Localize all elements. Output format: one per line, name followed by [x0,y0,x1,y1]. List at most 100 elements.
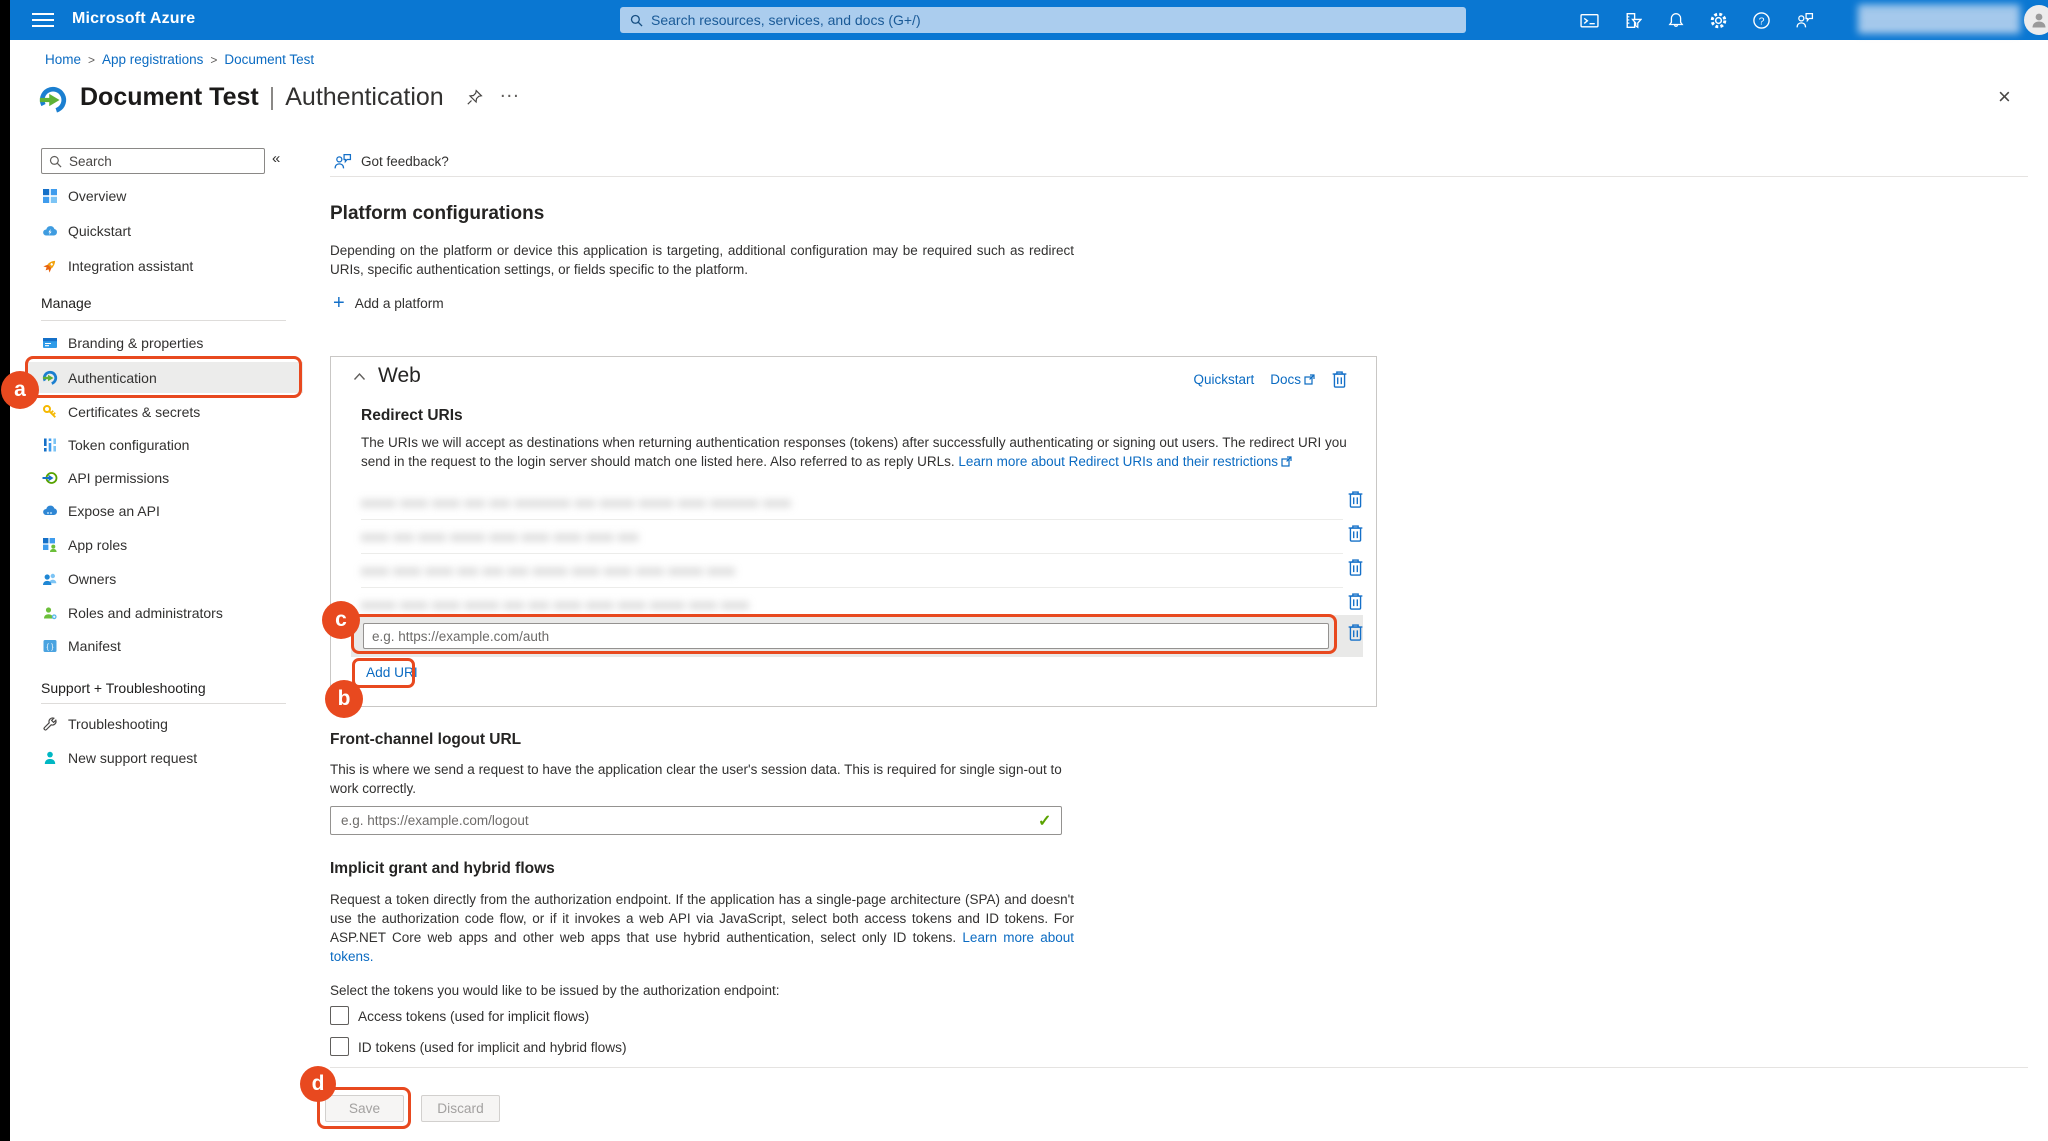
breadcrumb: Home>App registrations>Document Test [45,52,314,67]
sidebar-item-api-permissions[interactable]: API permissions [25,462,303,493]
delete-uri-trash-icon[interactable] [1347,524,1364,543]
access-tokens-checkbox[interactable] [330,1006,349,1025]
sidebar-item-app-roles[interactable]: App roles [25,529,303,560]
search-icon [630,14,643,27]
global-search-input[interactable] [651,12,1421,28]
quickstart-cloud-icon [41,222,58,239]
support-person-icon [41,749,58,766]
sidebar-item-owners[interactable]: Owners [25,563,303,594]
redirect-uri-value-redacted: xxxxx xxxx xxxx xxxxx xxx xxx xxxx xxxx … [361,597,809,612]
pin-icon[interactable] [466,89,483,106]
sidebar-search-box[interactable] [41,148,265,174]
global-search-bar[interactable] [620,7,1466,33]
sidebar-item-manifest[interactable]: { } Manifest [25,630,303,661]
sidebar-item-quickstart[interactable]: Quickstart [25,215,303,246]
external-link-icon [1281,456,1292,467]
rocket-icon [41,257,58,274]
page-title: Document Test|Authentication [80,83,444,112]
more-options-icon[interactable]: ... [500,80,520,103]
breadcrumb-home[interactable]: Home [45,52,81,67]
save-button[interactable]: Save [325,1095,404,1122]
implicit-grant-heading: Implicit grant and hybrid flows [330,860,555,878]
delete-uri-trash-icon[interactable] [1347,623,1364,642]
account-info-redacted[interactable] [1858,5,2020,34]
hamburger-menu-icon[interactable] [32,13,54,27]
azure-brand[interactable]: Microsoft Azure [72,10,195,28]
key-icon [41,403,58,420]
account-avatar[interactable] [2024,5,2048,35]
got-feedback-button[interactable]: Got feedback? [333,152,449,171]
delete-uri-trash-icon[interactable] [1347,490,1364,509]
sidebar-item-integration-assistant[interactable]: Integration assistant [25,250,303,281]
breadcrumb-separator: > [88,53,95,67]
valid-check-icon: ✓ [1038,811,1051,831]
breadcrumb-document-test[interactable]: Document Test [224,52,314,67]
sidebar-item-label: Manifest [68,638,121,654]
sidebar-item-new-support-request[interactable]: New support request [25,742,303,773]
sidebar-item-token-configuration[interactable]: Token configuration [25,429,303,460]
redirect-uri-row[interactable]: xxxx xxx xxxx xxxxx xxxx xxxx xxxx xxxx … [361,520,1346,553]
delete-uri-trash-icon[interactable] [1347,592,1364,611]
redirect-uris-learn-more-link[interactable]: Learn more about Redirect URIs and their… [958,454,1278,469]
redirect-uri-row[interactable]: xxxxx xxxx xxxx xxx xxx xxxxxxxx xxx xxx… [361,486,1346,519]
search-icon [49,155,62,168]
delete-uri-trash-icon[interactable] [1347,558,1364,577]
svg-text:{ }: { } [46,642,54,651]
add-uri-button[interactable]: Add URI [366,665,418,680]
sliders-icon [41,436,58,453]
front-channel-logout-url-input[interactable] [330,806,1062,835]
footer-divider [330,1067,2028,1068]
authentication-icon [41,369,58,386]
cloud-shell-icon[interactable] [1580,11,1599,30]
add-a-platform-button[interactable]: + Add a platform [333,295,444,311]
roles-admin-icon [41,604,58,621]
notifications-bell-icon[interactable] [1666,11,1685,30]
app-roles-icon [41,536,58,553]
quickstart-link[interactable]: Quickstart [1193,372,1254,387]
sidebar-item-overview[interactable]: Overview [25,180,303,211]
id-tokens-checkbox-label: ID tokens (used for implicit and hybrid … [358,1040,627,1055]
directory-filter-icon[interactable] [1623,11,1642,30]
sidebar-item-certificates-secrets[interactable]: Certificates & secrets [25,396,303,427]
web-card-title: Web [378,364,421,388]
sidebar-item-authentication[interactable]: Authentication [25,362,303,393]
redirect-uri-value-redacted: xxxx xxx xxxx xxxxx xxxx xxxx xxxx xxxx … [361,529,696,544]
sidebar-item-label: Quickstart [68,223,131,239]
sidebar-item-label: Authentication [68,370,157,386]
app-registration-logo-icon [38,85,68,115]
sidebar-item-troubleshooting[interactable]: Troubleshooting [25,708,303,739]
implicit-grant-description: Request a token directly from the author… [330,890,1074,966]
id-tokens-checkbox[interactable] [330,1037,349,1056]
sidebar-item-branding-properties[interactable]: Branding & properties [25,327,303,358]
sidebar-item-expose-an-api[interactable]: Expose an API [25,495,303,526]
front-channel-description: This is where we send a request to have … [330,760,1074,798]
sidebar-collapse-button[interactable]: « [272,150,280,167]
sidebar-item-label: Certificates & secrets [68,404,200,420]
redirect-uris-description: The URIs we will accept as destinations … [361,433,1361,471]
new-redirect-uri-input[interactable] [363,623,1329,649]
delete-platform-trash-icon[interactable] [1331,370,1348,389]
sidebar-item-label: App roles [68,537,127,553]
breadcrumb-app-registrations[interactable]: App registrations [102,52,203,67]
sidebar-item-label: Token configuration [68,437,189,453]
help-icon[interactable]: ? [1752,11,1771,30]
sidebar-search-input[interactable] [69,154,249,169]
front-channel-heading: Front-channel logout URL [330,731,521,749]
discard-button[interactable]: Discard [421,1095,500,1122]
wrench-icon [41,715,58,732]
docs-link[interactable]: Docs [1270,372,1315,387]
settings-gear-icon[interactable] [1709,11,1728,30]
sidebar-item-label: Branding & properties [68,335,203,351]
plus-icon: + [333,295,345,311]
collapse-chevron-icon[interactable] [353,372,366,381]
sidebar-item-label: Overview [68,188,126,204]
azure-top-bar: Microsoft Azure ? [10,0,2048,40]
sidebar-divider [41,703,286,704]
close-blade-icon[interactable]: × [1998,84,2011,110]
redirect-uri-row[interactable]: xxxx xxxx xxxx xxx xxx xxx xxxxx xxxx xx… [361,554,1346,587]
feedback-icon[interactable] [1795,11,1814,30]
got-feedback-label: Got feedback? [361,154,449,169]
sidebar-item-label: Roles and administrators [68,605,223,621]
sidebar-item-label: New support request [68,750,197,766]
sidebar-item-roles-administrators[interactable]: Roles and administrators [25,597,303,628]
